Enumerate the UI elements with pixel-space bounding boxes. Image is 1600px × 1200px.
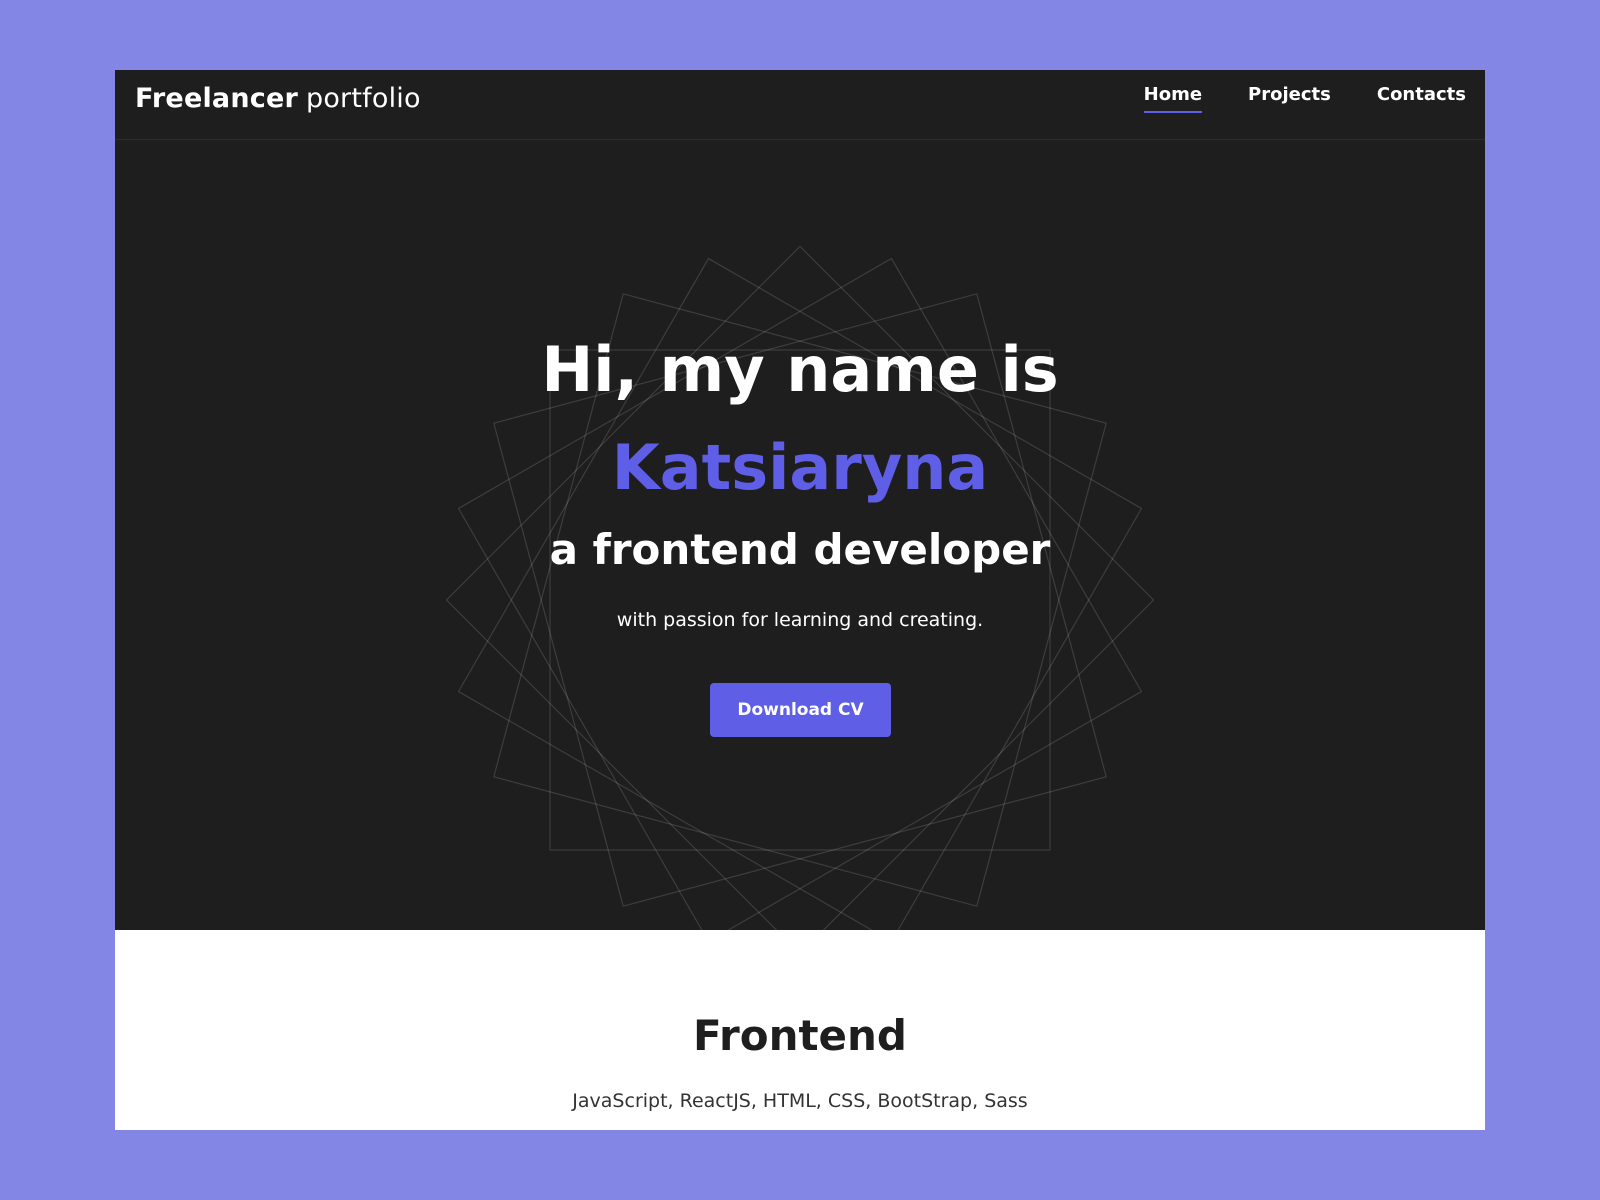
- skills-list: JavaScript, ReactJS, HTML, CSS, BootStra…: [572, 1090, 1028, 1112]
- nav-link-home[interactable]: Home: [1143, 83, 1203, 113]
- nav-link-projects[interactable]: Projects: [1248, 83, 1331, 113]
- brand-name: Freelancer: [135, 83, 298, 114]
- hero-section: Hi, my name is Katsiaryna a frontend dev…: [115, 140, 1485, 930]
- skills-title: Frontend: [693, 1011, 907, 1060]
- hero-role: a frontend developer: [549, 525, 1051, 574]
- brand-subtitle: portfolio: [306, 83, 421, 114]
- hero-name: Katsiaryna: [611, 431, 989, 504]
- navbar: Freelancer portfolio Home Projects Contac…: [115, 70, 1485, 140]
- main-nav: Home Projects Contacts: [1143, 83, 1466, 113]
- hero-greeting: Hi, my name is: [541, 333, 1059, 406]
- download-cv-button[interactable]: Download CV: [710, 683, 891, 737]
- decor-square: [549, 349, 1051, 851]
- hero-tagline: with passion for learning and creating.: [616, 609, 984, 631]
- nav-link-contacts[interactable]: Contacts: [1377, 83, 1466, 113]
- skills-section: Frontend JavaScript, ReactJS, HTML, CSS,…: [115, 930, 1485, 1130]
- brand-logo[interactable]: Freelancer portfolio: [135, 79, 421, 119]
- portfolio-page: Freelancer portfolio Home Projects Contac…: [115, 70, 1485, 1130]
